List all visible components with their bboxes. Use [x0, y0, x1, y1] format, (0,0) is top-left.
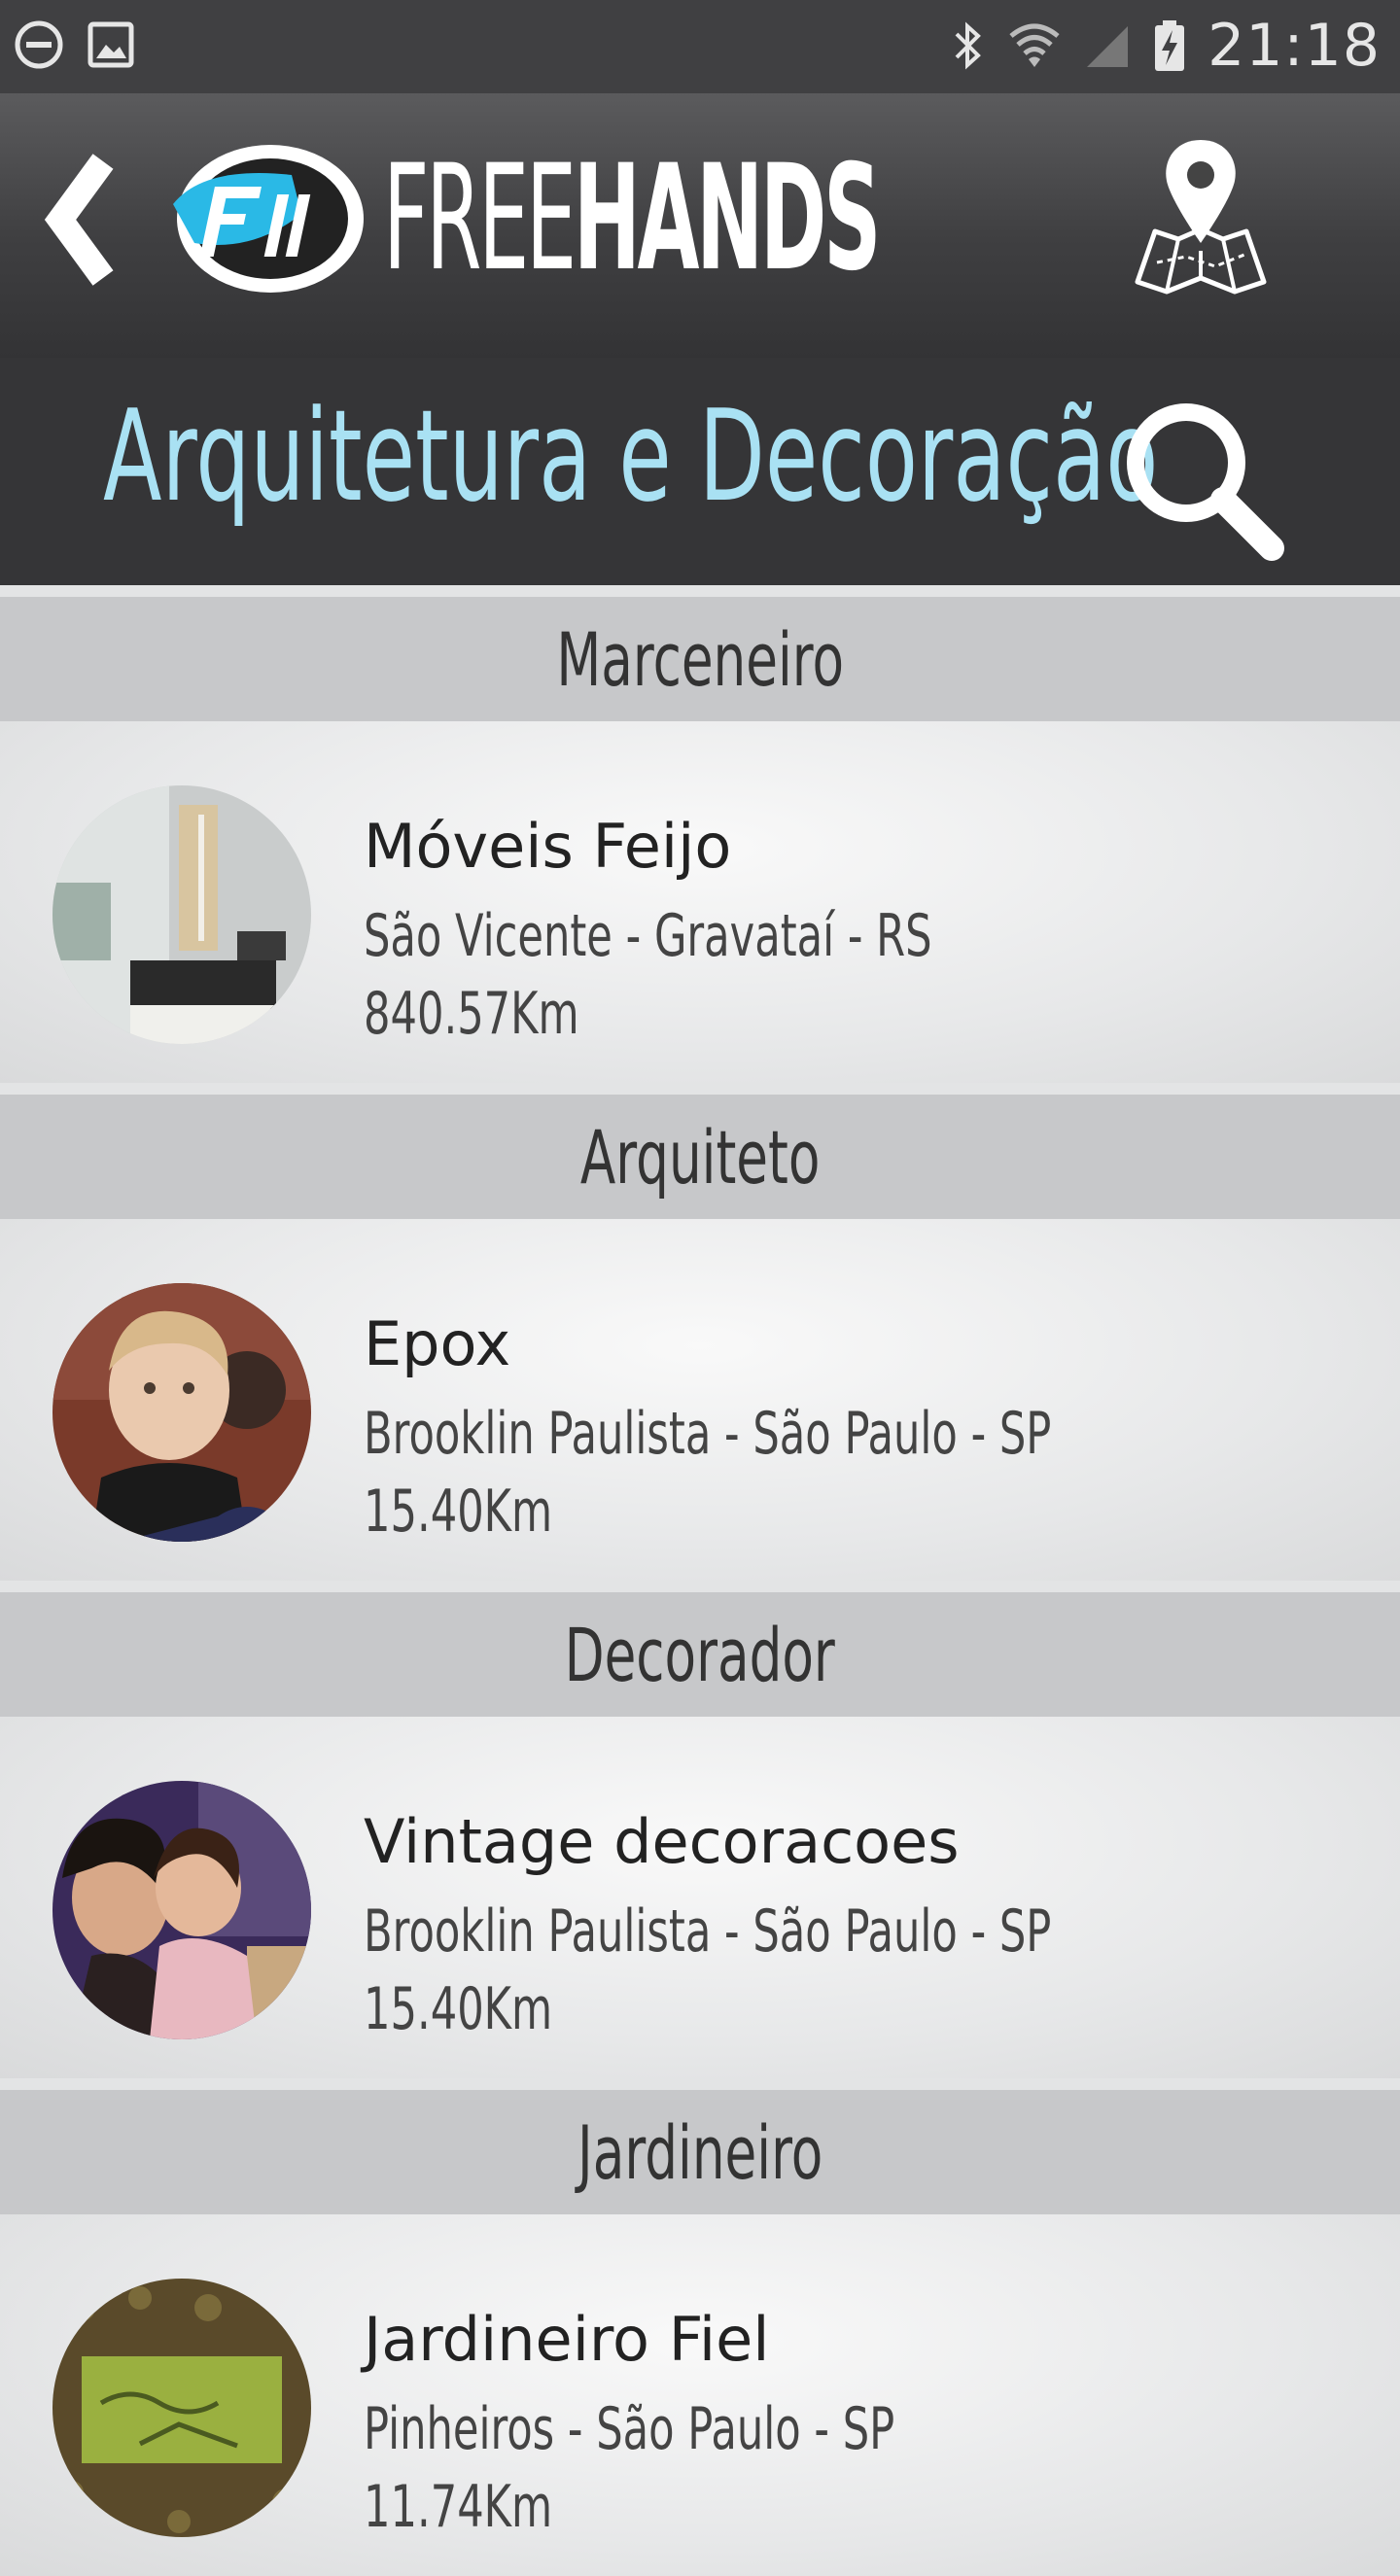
avatar [52, 1781, 311, 2039]
list-item[interactable]: Vintage decoracoes Brooklin Paulista - S… [0, 1717, 1400, 2078]
battery-charging-icon [1155, 20, 1185, 71]
avatar-family-photo [52, 1781, 311, 2039]
image-icon [88, 21, 134, 68]
avatar-garden-logo [52, 2279, 311, 2537]
back-button[interactable] [43, 152, 121, 288]
business-distance: 15.40Km [364, 1478, 553, 1546]
section-header: Jardineiro [0, 2078, 1400, 2214]
business-address: Brooklin Paulista - São Paulo - SP [364, 1400, 1052, 1468]
business-distance: 840.57Km [364, 980, 579, 1048]
avatar-child-photo [52, 1283, 311, 1542]
list-item[interactable]: Móveis Feijo São Vicente - Gravataí - RS… [0, 721, 1400, 1083]
section-header: Marceneiro [0, 585, 1400, 721]
clock: 21:18 [1208, 12, 1381, 80]
section-title: Jardineiro [577, 2108, 823, 2196]
status-bar: 21:18 [0, 0, 1400, 93]
dnd-icon [15, 20, 63, 69]
business-distance: 11.74Km [364, 2473, 553, 2541]
avatar [52, 1283, 311, 1542]
section-header: Arquiteto [0, 1083, 1400, 1219]
business-address: Brooklin Paulista - São Paulo - SP [364, 1897, 1052, 1966]
business-name: Epox [364, 1308, 511, 1379]
list-item[interactable]: Jardineiro Fiel Pinheiros - São Paulo - … [0, 2214, 1400, 2576]
professional-list: Marceneiro Móveis Feijo São Vicente - Gr… [0, 585, 1400, 2576]
avatar [52, 785, 311, 1044]
business-name: Móveis Feijo [364, 811, 732, 882]
business-name: Vintage decoracoes [364, 1806, 960, 1877]
business-address: São Vicente - Gravataí - RS [364, 902, 932, 970]
avatar [52, 2279, 311, 2537]
avatar-kitchen-image [52, 785, 311, 1044]
signal-icon [1087, 26, 1129, 67]
logo-text-light: FREE [383, 134, 577, 303]
logo-text-bold: HANDS [573, 134, 882, 303]
page-title: Arquitetura e Decoração [103, 382, 1159, 530]
list-item[interactable]: Epox Brooklin Paulista - São Paulo - SP … [0, 1219, 1400, 1581]
business-address: Pinheiros - São Paulo - SP [364, 2395, 895, 2463]
search-icon[interactable] [1118, 395, 1293, 570]
business-distance: 15.40Km [364, 1975, 553, 2043]
app-logo: FREEHANDS [165, 136, 1283, 301]
logo-text: FREEHANDS [383, 146, 881, 292]
bluetooth-icon [955, 21, 981, 70]
section-title: Arquiteto [579, 1113, 821, 1201]
app-toolbar: FREEHANDS [0, 93, 1400, 358]
category-title-bar: Arquitetura e Decoração [0, 358, 1400, 585]
section-header: Decorador [0, 1581, 1400, 1717]
business-name: Jardineiro Fiel [364, 2304, 770, 2375]
map-pin-icon[interactable] [1128, 136, 1274, 301]
wifi-icon [1009, 23, 1060, 67]
section-title: Marceneiro [556, 615, 844, 703]
freehands-logo-icon [173, 145, 364, 293]
section-title: Decorador [564, 1611, 836, 1698]
